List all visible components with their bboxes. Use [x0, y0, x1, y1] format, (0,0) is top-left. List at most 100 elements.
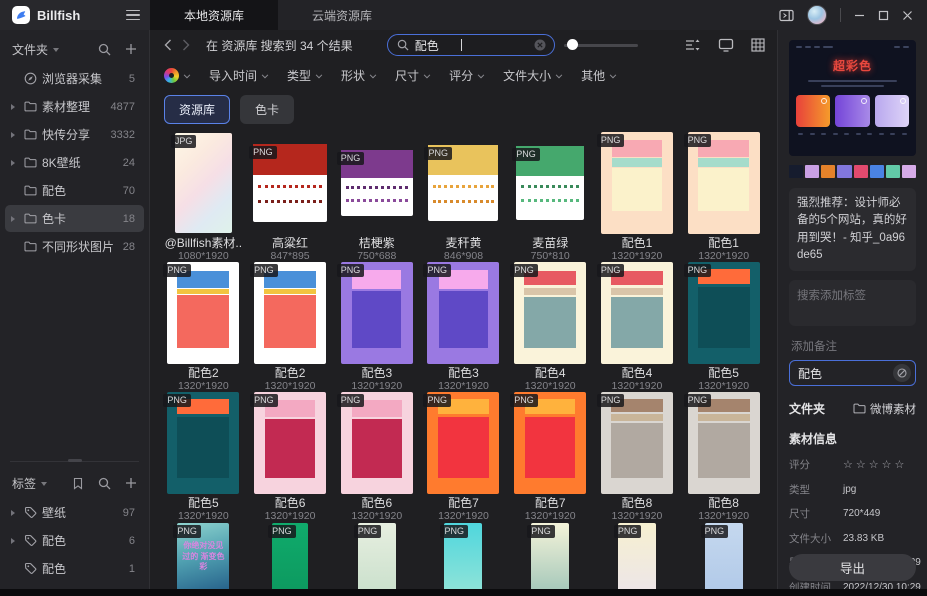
grid-card[interactable]: PNG配色51320*1920 — [680, 262, 767, 392]
grid-card[interactable]: PNG配色11320*1920 — [680, 132, 767, 262]
tab-本地资源库[interactable]: 本地资源库 — [150, 0, 278, 30]
expand-caret-icon[interactable] — [10, 131, 19, 139]
folders-dropdown-icon[interactable] — [53, 48, 59, 52]
preview-mode-icon[interactable] — [718, 38, 734, 52]
filter-文件大小[interactable]: 文件大小 — [503, 67, 563, 84]
sidebar-folder-item[interactable]: 素材整理4877 — [5, 93, 144, 120]
clear-search-icon[interactable] — [533, 38, 547, 52]
asset-filename[interactable]: 强烈推荐：设计师必备的5个网站，真的好用到哭！- 知乎_0a96de65 — [789, 188, 916, 271]
sidebar-folder-item[interactable]: 色卡18 — [5, 205, 144, 232]
color-block — [698, 158, 748, 167]
toggle-panel-icon[interactable] — [779, 9, 794, 22]
tag-search-input[interactable]: 搜索添加标签 — [789, 280, 916, 326]
expand-caret-icon[interactable] — [10, 509, 19, 517]
grid-card[interactable]: PNG麦苗绿750*810 — [507, 132, 594, 262]
zoom-slider-knob[interactable] — [567, 39, 578, 50]
grid-card[interactable]: PNG — [247, 522, 334, 589]
sort-icon[interactable] — [685, 38, 701, 52]
expand-caret-icon[interactable] — [10, 537, 19, 545]
sidebar-folder-item[interactable]: 8K壁纸24 — [5, 149, 144, 176]
back-icon[interactable] — [164, 39, 172, 51]
sidebar-folder-item[interactable]: 配色70 — [5, 177, 144, 204]
color-wheel-icon — [164, 68, 179, 83]
grid-card[interactable]: PNG配色61320*1920 — [333, 392, 420, 522]
info-value: 720*449 — [843, 508, 880, 519]
color-swatch[interactable] — [805, 165, 819, 178]
tab-云端资源库[interactable]: 云端资源库 — [278, 0, 406, 30]
add-folder-icon[interactable] — [125, 43, 137, 55]
filter-其他[interactable]: 其他 — [581, 67, 617, 84]
sidebar-folder-item[interactable]: 快传分享3332 — [5, 121, 144, 148]
grid-card[interactable]: PNG — [507, 522, 594, 589]
color-swatch[interactable] — [886, 165, 900, 178]
filter-导入时间[interactable]: 导入时间 — [209, 67, 269, 84]
grid-card[interactable]: PNG配色41320*1920 — [594, 262, 681, 392]
color-swatch[interactable] — [821, 165, 835, 178]
folder-search-icon[interactable] — [98, 43, 111, 56]
info-value[interactable]: ☆☆☆☆☆ — [843, 458, 907, 471]
grid-card[interactable]: PNG桔梗紫750*688 — [333, 132, 420, 262]
grid-card[interactable]: PNG配色31320*1920 — [420, 262, 507, 392]
sidebar-folder-item[interactable]: 不同形状图片28 — [5, 233, 144, 260]
sidebar-tag-item[interactable]: 壁纸97 — [5, 499, 144, 526]
filter-评分[interactable]: 评分 — [449, 67, 485, 84]
tag-search-icon[interactable] — [98, 477, 111, 490]
user-avatar[interactable] — [807, 5, 827, 25]
filter-类型[interactable]: 类型 — [287, 67, 323, 84]
minimize-icon[interactable] — [854, 10, 865, 21]
maximize-icon[interactable] — [878, 10, 889, 21]
search-input[interactable]: 配色 — [387, 34, 555, 56]
color-swatch[interactable] — [837, 165, 851, 178]
grid-card[interactable]: PNG配色61320*1920 — [247, 392, 334, 522]
grid-card[interactable]: PNG配色31320*1920 — [333, 262, 420, 392]
grid-card[interactable]: 你绝对没见过的 渐变色彩PNG — [160, 522, 247, 589]
grid-card[interactable]: PNG配色41320*1920 — [507, 262, 594, 392]
filter-形状[interactable]: 形状 — [341, 67, 377, 84]
forward-icon[interactable] — [182, 39, 190, 51]
color-swatch[interactable] — [854, 165, 868, 178]
filter-尺寸[interactable]: 尺寸 — [395, 67, 431, 84]
zoom-slider[interactable] — [564, 44, 638, 47]
export-button[interactable]: 导出 — [789, 554, 916, 581]
grid-card[interactable]: PNG配色71320*1920 — [420, 392, 507, 522]
grid-card[interactable]: PNG麦秆黄846*908 — [420, 132, 507, 262]
view-button-色卡[interactable]: 色卡 — [240, 95, 294, 124]
color-swatch[interactable] — [870, 165, 884, 178]
note-input[interactable]: 配色 — [789, 360, 916, 386]
sidebar-tag-item[interactable]: 配色6 — [5, 527, 144, 554]
color-swatch[interactable] — [902, 165, 916, 178]
info-row: 类型jpg — [789, 482, 916, 497]
grid-card[interactable]: PNG — [333, 522, 420, 589]
grid-card[interactable]: JPG@Billfish素材..1080*1920 — [160, 132, 247, 262]
grid-card[interactable]: PNG — [594, 522, 681, 589]
add-tag-icon[interactable] — [125, 477, 137, 489]
grid-card[interactable]: PNG配色11320*1920 — [594, 132, 681, 262]
grid-card[interactable]: PNG配色81320*1920 — [594, 392, 681, 522]
grid-card[interactable]: PNG — [680, 522, 767, 589]
grid-card[interactable]: PNG配色81320*1920 — [680, 392, 767, 522]
grid-card[interactable]: PNG配色21320*1920 — [160, 262, 247, 392]
grid-view-icon[interactable] — [751, 38, 765, 52]
sidebar-folder-item[interactable]: 浏览器采集5 — [5, 65, 144, 92]
close-icon[interactable] — [902, 10, 913, 21]
color-filter[interactable] — [164, 68, 191, 83]
sidebar-divider[interactable] — [10, 461, 139, 462]
tags-dropdown-icon[interactable] — [41, 482, 47, 486]
folder-link[interactable]: 微博素材 — [853, 401, 916, 417]
menu-icon[interactable] — [126, 10, 140, 21]
note-action-icon[interactable] — [893, 364, 911, 382]
grid-card[interactable]: PNG配色51320*1920 — [160, 392, 247, 522]
view-button-资源库[interactable]: 资源库 — [164, 95, 230, 124]
grid-card[interactable]: PNG配色21320*1920 — [247, 262, 334, 392]
grid-card[interactable]: PNG — [420, 522, 507, 589]
note-input-placeholder[interactable]: 添加备注 — [789, 336, 916, 360]
expand-caret-icon[interactable] — [10, 215, 19, 223]
sidebar-tag-item[interactable]: 配色1 — [5, 555, 144, 582]
expand-caret-icon[interactable] — [10, 103, 19, 111]
grid-card[interactable]: PNG高粱红847*895 — [247, 132, 334, 262]
grid-card[interactable]: PNG配色71320*1920 — [507, 392, 594, 522]
preview-image[interactable]: 超彩色 — [789, 40, 916, 156]
color-swatch[interactable] — [789, 165, 803, 178]
expand-caret-icon[interactable] — [10, 159, 19, 167]
bookmark-icon[interactable] — [72, 477, 84, 490]
